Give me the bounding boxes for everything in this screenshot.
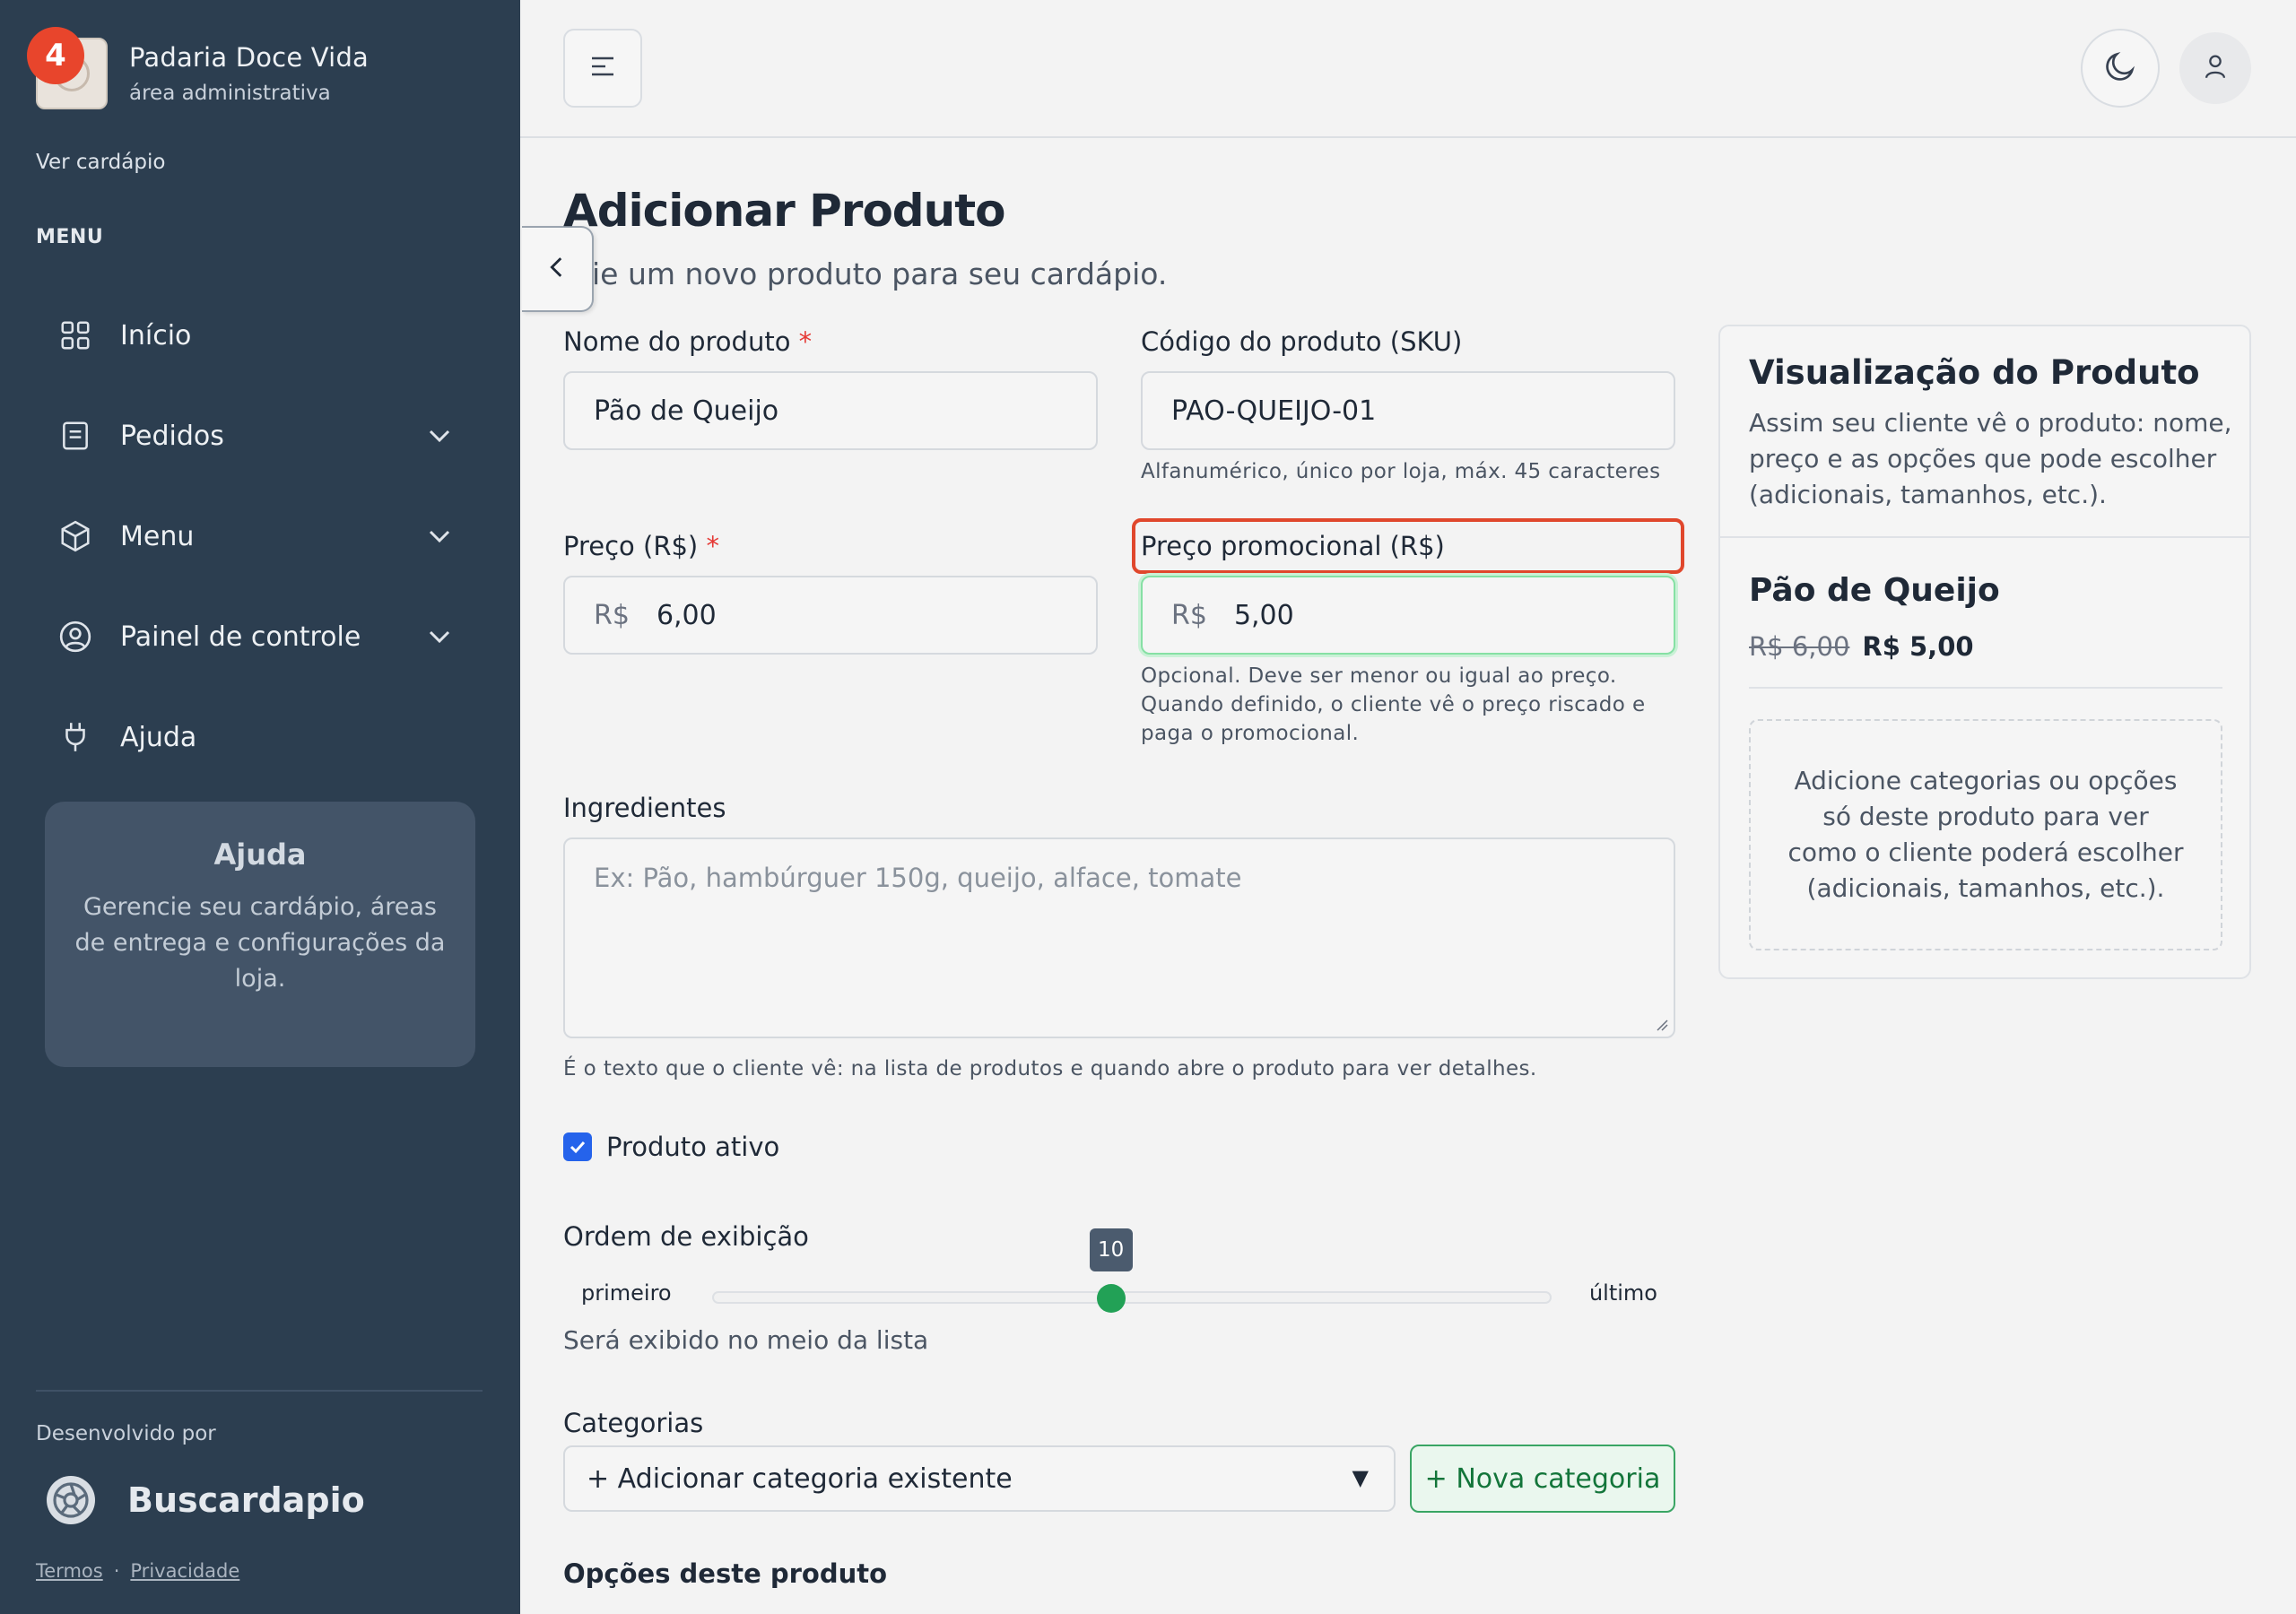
preview-product-name: Pão de Queijo [1749,572,2000,609]
ingredients-textarea[interactable]: Ex: Pão, hambúrguer 150g, queijo, alface… [563,837,1675,1038]
sku-input[interactable]: PAO-QUEIJO-01 [1141,371,1675,450]
developer-brand[interactable]: Buscardapio [47,1476,365,1524]
user-icon [2200,51,2231,85]
brand[interactable]: 4 Padaria Doce Vida área administrativa [27,27,370,109]
product-active-row[interactable]: Produto ativo [563,1132,779,1162]
product-name-input[interactable]: Pão de Queijo [563,371,1098,450]
promo-price-hint: Opcional. Deve ser menor ou igual ao pre… [1141,664,1646,745]
preview-divider [1720,536,2249,538]
ingredients-hint: É o texto que o cliente vê: na lista de … [563,1057,1537,1080]
sidebar-item-painel[interactable]: Painel de controle [36,586,484,687]
user-circle-icon [57,619,93,655]
footer-separator: · [113,1560,120,1582]
chevron-down-icon[interactable] [422,518,457,554]
sidebar-divider [36,1390,483,1392]
sidebar-item-pedidos[interactable]: Pedidos [36,386,484,486]
product-options-heading: Opções deste produto [563,1558,888,1589]
hamburger-icon [587,50,619,86]
dropdown-arrow-icon: ▼ [1352,1465,1369,1490]
menu-toggle-button[interactable] [563,29,642,108]
developer-name: Buscardapio [127,1480,365,1520]
help-card: Ajuda Gerencie seu cardápio, áreas de en… [45,802,475,1067]
top-bar [520,0,2296,138]
preview-empty-state: Adicione categorias ou opções só deste p… [1749,719,2222,950]
promo-price-input[interactable]: R$ 5,00 [1141,576,1675,655]
ingredients-placeholder: Ex: Pão, hambúrguer 150g, queijo, alface… [594,863,1242,893]
category-select[interactable]: + Adicionar categoria existente ▼ [563,1445,1396,1512]
slider-track[interactable] [712,1291,1552,1304]
categories-label: Categorias [563,1408,704,1438]
preview-title: Visualização do Produto [1749,353,2200,392]
store-subtitle: área administrativa [129,82,331,105]
grid-icon [57,317,93,353]
sidebar: 4 Padaria Doce Vida área administrativa … [0,0,520,1614]
user-menu-button[interactable] [2179,32,2251,104]
chevron-down-icon[interactable] [422,418,457,454]
terms-link[interactable]: Termos [36,1560,103,1582]
slider-max-label: último [1588,1280,1657,1306]
price-label: Preço (R$) * [563,531,719,561]
receipt-icon [57,418,93,454]
slider-value-tooltip: 10 [1089,1228,1133,1271]
privacy-link[interactable]: Privacidade [130,1560,239,1582]
view-menu-link[interactable]: Ver cardápio [36,151,165,174]
sidebar-item-label: Painel de controle [120,620,361,653]
sidebar-item-label: Início [120,319,192,351]
sidebar-item-inicio[interactable]: Início [36,285,484,386]
sidebar-item-label: Pedidos [120,420,224,452]
promo-price-label: Preço promocional (R$) [1141,531,1445,561]
product-active-checkbox[interactable] [563,1132,592,1161]
ingredients-label: Ingredientes [563,793,726,823]
slider-thumb[interactable] [1096,1284,1126,1313]
sidebar-item-menu[interactable]: Menu [36,486,484,586]
collapse-sidebar-button[interactable] [522,226,594,312]
slider-min-label: primeiro [581,1280,672,1306]
sku-label: Código do produto (SKU) [1141,326,1463,357]
sidebar-nav: Início Pedidos Menu Painel de controle A… [36,285,484,787]
product-name-label: Nome do produto * [563,326,813,357]
notification-badge[interactable]: 4 [27,27,84,84]
display-order-slider[interactable]: primeiro 10 último [563,1228,1675,1318]
sidebar-item-label: Ajuda [120,721,197,753]
new-category-button[interactable]: + Nova categoria [1410,1445,1675,1513]
box-icon [57,518,93,554]
page-title: Adicionar Produto [563,185,1005,237]
product-active-label: Produto ativo [606,1132,780,1162]
preview-divider [1749,687,2222,689]
preview-prices: R$ 6,00 R$ 5,00 [1749,631,1974,662]
display-order-note: Será exibido no meio da lista [563,1325,929,1355]
preview-description: Assim seu cliente vê o produto: nome, pr… [1749,408,2232,509]
sku-hint: Alfanumérico, único por loja, máx. 45 ca… [1141,460,1661,483]
footer-links: Termos · Privacidade [36,1560,239,1582]
menu-section-label: MENU [36,226,104,248]
plug-icon [57,719,93,755]
chevron-down-icon[interactable] [422,619,457,655]
dark-mode-toggle-button[interactable] [2081,29,2160,108]
help-card-text: Gerencie seu cardápio, áreas de entrega … [74,893,446,993]
preview-old-price: R$ 6,00 [1749,631,1850,662]
moon-icon [2102,48,2138,88]
preview-new-price: R$ 5,00 [1862,631,1974,662]
check-icon [570,1141,586,1154]
sidebar-item-label: Menu [120,520,195,552]
resize-grip-icon[interactable] [1654,1017,1668,1031]
product-preview-card: Visualização do Produto Assim seu client… [1718,325,2251,979]
page-subtitle: ie um novo produto para seu cardápio. [592,256,1168,291]
aperture-logo-icon [47,1476,95,1524]
sidebar-item-ajuda[interactable]: Ajuda [36,687,484,787]
price-input[interactable]: R$ 6,00 [563,576,1098,655]
developed-by-label: Desenvolvido por [36,1422,216,1445]
help-card-title: Ajuda [213,837,307,872]
chevron-left-icon [542,252,572,286]
store-name: Padaria Doce Vida [129,42,370,73]
